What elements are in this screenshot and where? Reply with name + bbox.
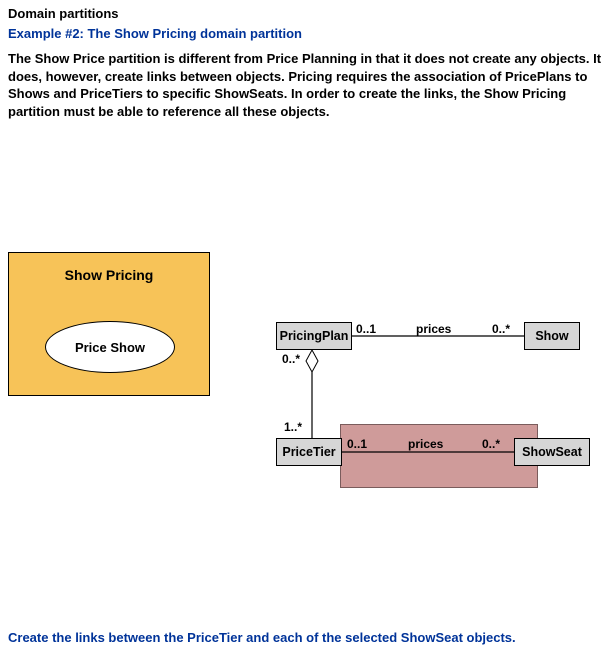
page-title: Domain partitions bbox=[8, 6, 119, 21]
association-highlight bbox=[340, 424, 538, 488]
class-show-label: Show bbox=[535, 329, 568, 343]
class-showseat: ShowSeat bbox=[514, 438, 590, 466]
class-pricingplan: PricingPlan bbox=[276, 322, 352, 350]
usecase-label: Price Show bbox=[75, 340, 145, 355]
role-plan-show: prices bbox=[416, 322, 451, 336]
page: Domain partitions Example #2: The Show P… bbox=[0, 0, 610, 670]
mult-plan-tier-bottom: 1..* bbox=[284, 420, 302, 434]
mult-plan-tier-top: 0..* bbox=[282, 352, 300, 366]
footer-note: Create the links between the PriceTier a… bbox=[8, 630, 516, 645]
partition-title: Show Pricing bbox=[9, 267, 209, 283]
class-pricetier: PriceTier bbox=[276, 438, 342, 466]
mult-tier-seat-left: 0..1 bbox=[347, 437, 367, 451]
class-pricingplan-label: PricingPlan bbox=[280, 329, 349, 343]
class-showseat-label: ShowSeat bbox=[522, 445, 582, 459]
mult-plan-show-left: 0..1 bbox=[356, 322, 376, 336]
class-show: Show bbox=[524, 322, 580, 350]
class-pricetier-label: PriceTier bbox=[282, 445, 335, 459]
page-subtitle: Example #2: The Show Pricing domain part… bbox=[8, 26, 302, 41]
partition-box: Show Pricing Price Show bbox=[8, 252, 210, 396]
page-description: The Show Price partition is different fr… bbox=[8, 50, 602, 120]
mult-plan-show-right: 0..* bbox=[492, 322, 510, 336]
role-tier-seat: prices bbox=[408, 437, 443, 451]
usecase-price-show: Price Show bbox=[45, 321, 175, 373]
mult-tier-seat-right: 0..* bbox=[482, 437, 500, 451]
